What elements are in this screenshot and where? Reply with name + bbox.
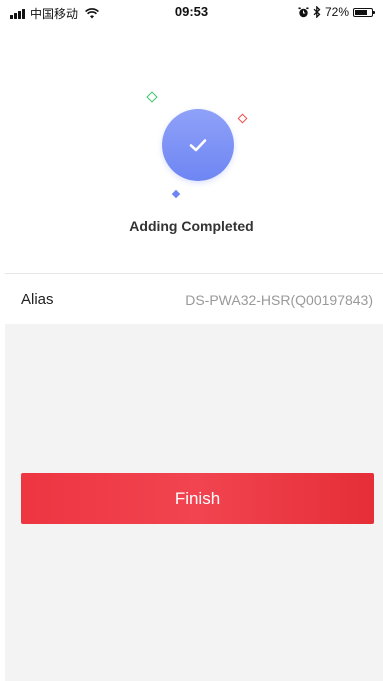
red-diamond-icon <box>237 113 248 124</box>
action-area: Finish <box>5 324 383 681</box>
success-header: Adding Completed <box>0 84 383 274</box>
alarm-icon <box>298 7 309 17</box>
alias-value: DS-PWA32-HSR(Q00197843) <box>185 292 373 308</box>
battery-level <box>355 9 367 15</box>
finish-button[interactable]: Finish <box>21 473 374 524</box>
add-device-result-page: 中国移动 09:53 72% Adding Completed Alias DS… <box>0 0 383 681</box>
alias-label: Alias <box>21 291 54 308</box>
bluetooth-icon <box>313 6 321 18</box>
status-bar-right: 72% <box>298 5 375 19</box>
completion-title: Adding Completed <box>129 218 254 234</box>
status-bar: 中国移动 09:53 72% <box>0 0 383 26</box>
checkmark-icon <box>189 139 207 152</box>
green-diamond-icon <box>146 91 158 103</box>
alias-row: Alias DS-PWA32-HSR(Q00197843) <box>5 274 383 324</box>
success-circle <box>162 109 234 181</box>
battery-icon <box>353 7 375 17</box>
battery-percent: 72% <box>324 5 349 19</box>
blue-diamond-icon <box>171 189 181 199</box>
